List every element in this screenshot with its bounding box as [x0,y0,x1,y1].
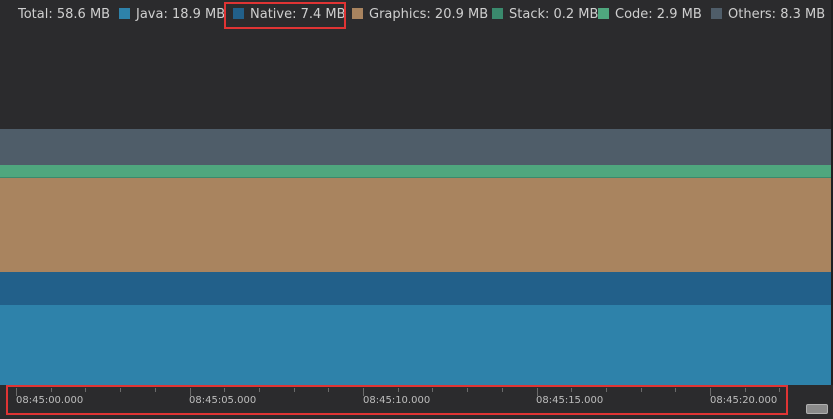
graphics-swatch-icon [352,8,363,19]
java-swatch-icon [119,8,130,19]
native-legend-highlight [224,2,346,29]
legend-label-graphics: Graphics: 20.9 MB [369,7,489,22]
stack-swatch-icon [492,8,503,19]
java-series-band [0,305,831,385]
timeline-highlight [6,385,788,415]
native-series-band [0,272,831,305]
legend-label-java: Java: 18.9 MB [136,7,226,22]
stack-series-band [0,177,831,178]
code-swatch-icon [598,8,609,19]
graphics-series-band [0,178,831,272]
legend-label-others: Others: 8.3 MB [728,7,826,22]
others-swatch-icon [711,8,722,19]
others-series-band [0,129,831,165]
timeline-scroll-thumb[interactable] [806,404,828,414]
legend-total: Total: 58.6 MB [18,7,111,22]
code-series-band [0,165,831,177]
memory-legend: Total: 58.6 MB Java: 18.9 MB Native: 7.4… [0,0,833,30]
legend-label-stack: Stack: 0.2 MB [509,7,599,22]
legend-label-code: Code: 2.9 MB [615,7,702,22]
